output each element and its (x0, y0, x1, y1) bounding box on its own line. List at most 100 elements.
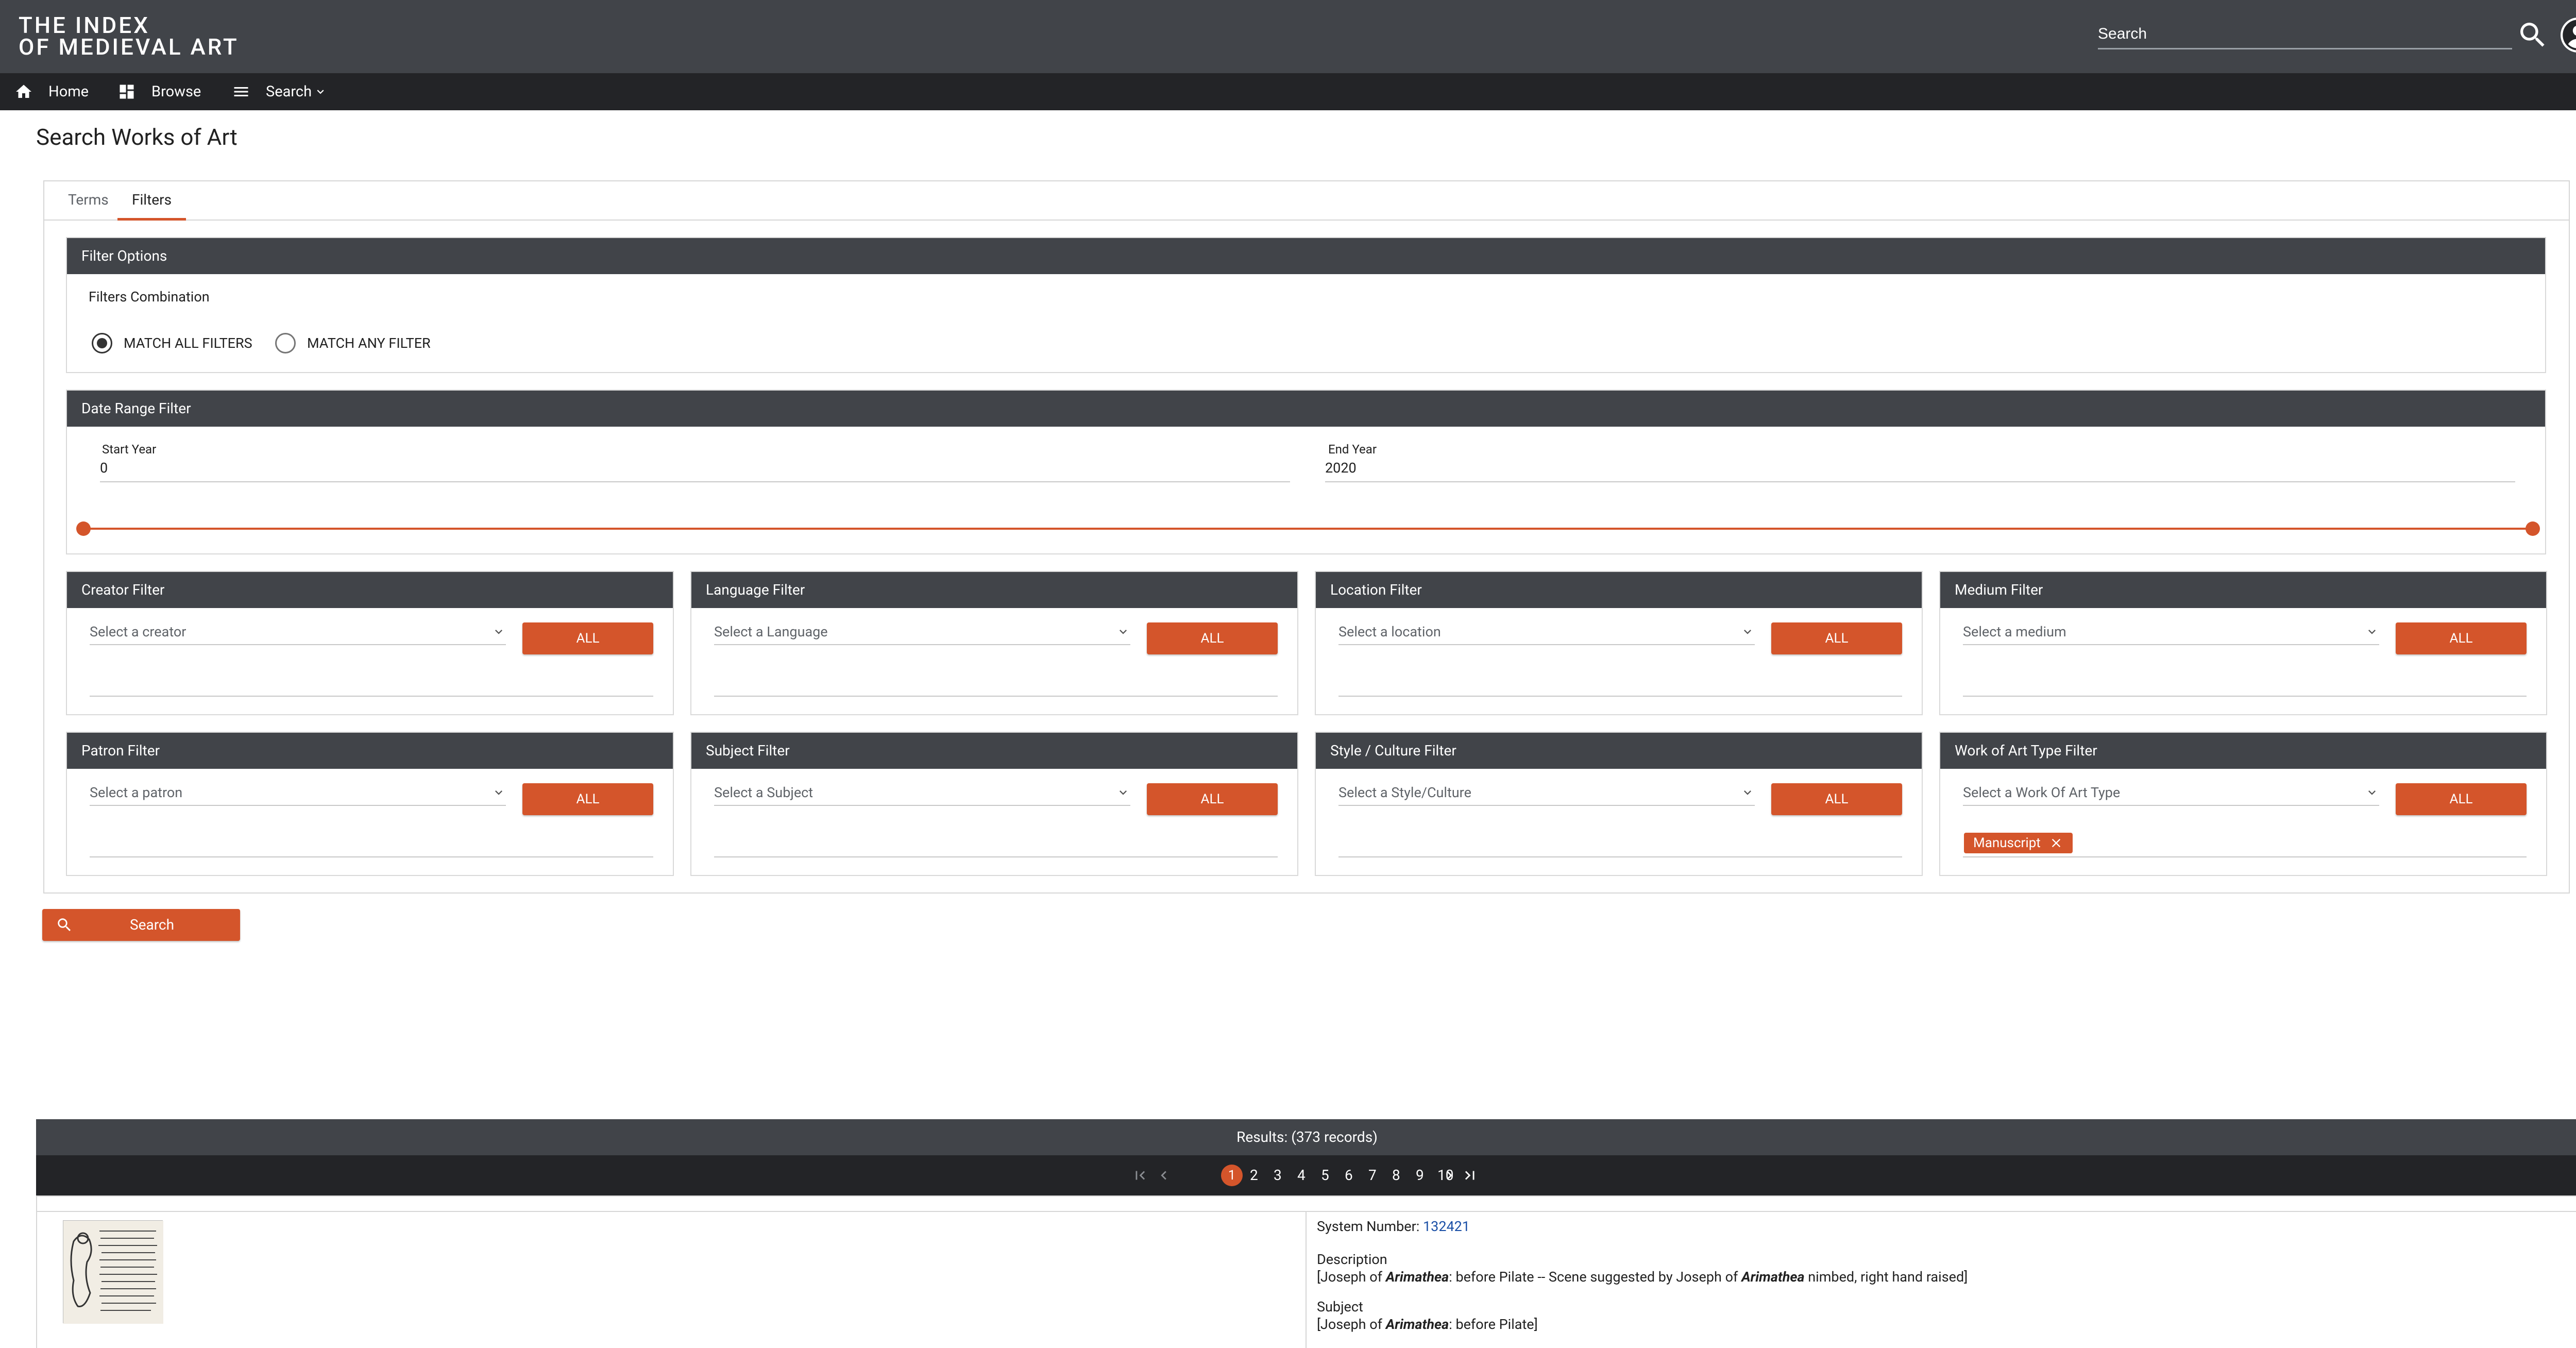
selected-items-field[interactable] (1963, 855, 2527, 857)
tab-filters[interactable]: Filters (117, 180, 187, 221)
selected-items-field[interactable] (714, 695, 1278, 697)
search-icon[interactable] (2516, 19, 2549, 52)
filter-all-button[interactable]: ALL (1771, 622, 1902, 654)
filter-panel: Patron Filter Select a patron ALL (66, 732, 674, 876)
filter-all-button[interactable]: ALL (1147, 622, 1278, 654)
page-title: Search Works of Art (36, 124, 238, 150)
current-page[interactable]: 1 (1221, 1165, 1243, 1186)
selected-items-field[interactable] (90, 855, 653, 857)
radio-selected-icon (92, 333, 112, 353)
selected-items-field[interactable] (1338, 855, 1902, 857)
description-part: [Joseph of (1317, 1269, 1386, 1285)
filter-select[interactable]: Select a medium (1963, 619, 2379, 645)
selected-items-field[interactable] (1338, 695, 1902, 697)
filter-select-placeholder: Select a Work Of Art Type (1963, 784, 2121, 801)
subject-label: Subject (1317, 1299, 1363, 1315)
header-search (2098, 21, 2512, 49)
description-part: nimbed, right hand raised] (1804, 1269, 1968, 1285)
page-link[interactable]: 9 (1416, 1166, 1424, 1185)
filter-select[interactable]: Select a patron (90, 780, 506, 806)
slider-end-handle[interactable] (2526, 521, 2540, 536)
filter-select-placeholder: Select a Language (714, 624, 828, 640)
home-icon (16, 85, 31, 98)
filter-select[interactable]: Select a Work Of Art Type (1963, 780, 2379, 806)
selected-items-field[interactable] (1963, 695, 2527, 697)
filter-panel-title: Patron Filter (67, 733, 673, 769)
header-search-input[interactable] (2098, 21, 2512, 47)
filter-panel-title: Style / Culture Filter (1316, 733, 1922, 769)
site-logo[interactable]: THE INDEX OF MEDIEVAL ART (19, 14, 239, 58)
selected-filter-chip[interactable]: Manuscript (1964, 833, 2073, 853)
page-link[interactable]: 2 (1250, 1166, 1258, 1185)
radio-unselected-icon (275, 333, 296, 353)
radio-match-any[interactable]: MATCH ANY FILTER (275, 333, 431, 353)
start-year-input[interactable]: 0 (100, 451, 1290, 482)
filter-select[interactable]: Select a creator (90, 619, 506, 645)
subject-part: : before Pilate] (1449, 1316, 1538, 1333)
filter-panel-title: Creator Filter (67, 572, 673, 608)
chevron-down-icon (495, 630, 502, 634)
filter-all-button[interactable]: ALL (2396, 622, 2527, 654)
filter-all-button[interactable]: ALL (1147, 783, 1278, 815)
filter-panel: Creator Filter Select a creator ALL (66, 571, 674, 715)
tab-terms[interactable]: Terms (54, 180, 123, 221)
system-number-link[interactable]: 132421 (1423, 1218, 1470, 1235)
chevron-down-icon (2368, 790, 2376, 795)
filter-all-button[interactable]: ALL (1771, 783, 1902, 815)
result-thumbnail[interactable] (63, 1220, 163, 1324)
slider-start-handle[interactable] (76, 521, 91, 536)
chevron-down-icon (317, 90, 324, 94)
logo-line-1: THE INDEX (19, 12, 150, 39)
nav-search-menu[interactable]: Search (232, 73, 327, 110)
page-link[interactable]: 7 (1368, 1166, 1377, 1185)
subject-part: [Joseph of (1317, 1316, 1386, 1333)
page-link[interactable]: 8 (1392, 1166, 1400, 1185)
first-page-icon[interactable] (1131, 1167, 1149, 1184)
account-icon[interactable] (2561, 18, 2576, 53)
end-year-input[interactable]: 2020 (1325, 451, 2515, 482)
results-header: Results: (373 records) (36, 1119, 2576, 1155)
page-link[interactable]: 5 (1321, 1166, 1329, 1185)
search-button[interactable]: Search (42, 909, 240, 941)
next-page-icon[interactable] (1440, 1167, 1458, 1184)
filter-panel-title: Medium Filter (1940, 572, 2546, 608)
filter-select-placeholder: Select a medium (1963, 624, 2066, 640)
nav-home[interactable]: Home (14, 73, 89, 110)
filter-all-button[interactable]: ALL (522, 622, 653, 654)
filter-select-placeholder: Select a Style/Culture (1338, 784, 1471, 801)
filter-select[interactable]: Select a Language (714, 619, 1130, 645)
page-link[interactable]: 3 (1274, 1166, 1282, 1185)
result-column-divider (1306, 1211, 1307, 1348)
filter-select[interactable]: Select a Subject (714, 780, 1130, 806)
nav-browse[interactable]: Browse (117, 73, 201, 110)
page-link[interactable]: 6 (1345, 1166, 1353, 1185)
filter-all-button[interactable]: ALL (522, 783, 653, 815)
close-icon[interactable] (2049, 836, 2063, 850)
filter-panel: Medium Filter Select a medium ALL (1939, 571, 2547, 715)
previous-page-icon[interactable] (1155, 1167, 1173, 1184)
nav-browse-label: Browse (151, 83, 201, 100)
filter-select-placeholder: Select a patron (90, 784, 183, 801)
radio-match-all[interactable]: MATCH ALL FILTERS (92, 333, 252, 353)
tab-bar: Terms Filters (43, 180, 2570, 221)
chevron-down-icon (495, 790, 502, 795)
filter-select[interactable]: Select a Style/Culture (1338, 780, 1755, 806)
description-label: Description (1317, 1251, 1387, 1268)
last-page-icon[interactable] (1461, 1167, 1479, 1184)
nav-bar: Home Browse Search (0, 73, 2576, 110)
filters-combination-label: Filters Combination (89, 289, 210, 305)
description-part: : before Pilate -- Scene suggested by Jo… (1449, 1269, 1742, 1285)
selected-items-field[interactable] (714, 855, 1278, 857)
chevron-down-icon (2368, 630, 2376, 634)
manuscript-thumbnail-image (63, 1221, 163, 1324)
page-link[interactable]: 4 (1297, 1166, 1306, 1185)
year-range-slider-track (82, 528, 2533, 530)
filter-panel-title: Language Filter (691, 572, 1297, 608)
pagination: 1 2 3 4 5 6 7 8 9 10 (36, 1155, 2576, 1195)
selected-items-field[interactable] (90, 695, 653, 697)
nav-home-label: Home (48, 83, 89, 100)
filter-options-panel: Filter Options Filters Combination MATCH… (66, 237, 2546, 373)
filter-all-button[interactable]: ALL (2396, 783, 2527, 815)
menu-icon (234, 87, 248, 96)
filter-select[interactable]: Select a location (1338, 619, 1755, 645)
